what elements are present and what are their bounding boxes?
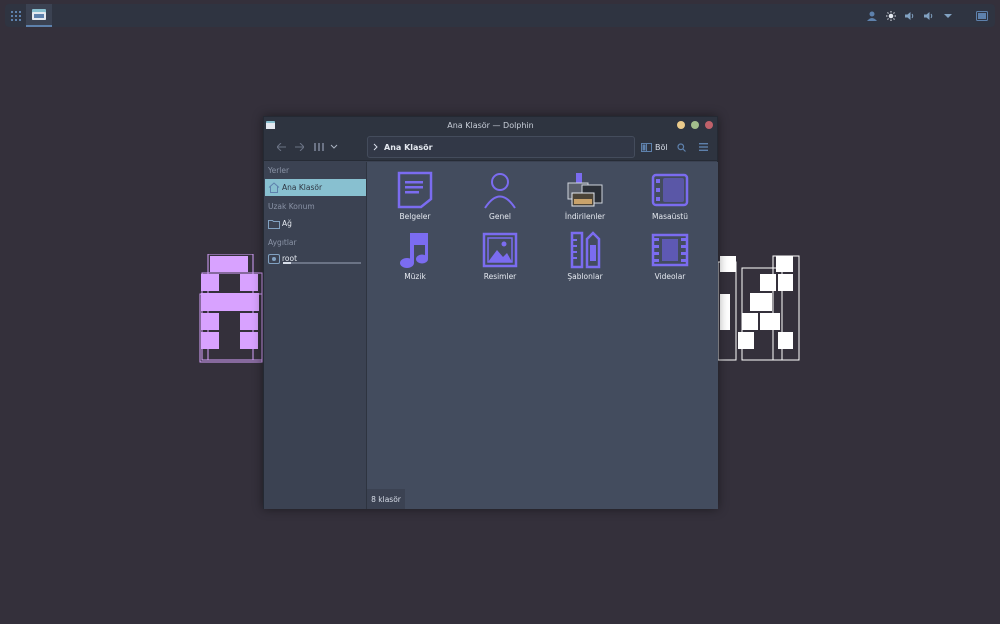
user-button[interactable] — [865, 4, 879, 27]
breadcrumb[interactable]: Ana Klasör — [384, 143, 433, 152]
section-places: Yerler — [268, 166, 290, 175]
chevron-down-icon — [330, 144, 338, 149]
title-bar[interactable]: Ana Klasör — Dolphin — [264, 117, 717, 133]
documents-folder-icon — [397, 171, 433, 209]
folder-item[interactable]: Şablonlar — [543, 230, 627, 281]
top-panel — [5, 4, 995, 27]
arrow-right-icon — [294, 143, 304, 151]
folder-item[interactable]: Resimler — [458, 230, 542, 281]
desktop-folder-icon — [651, 173, 689, 207]
folder-label: Masaüstü — [652, 212, 688, 221]
audio-device-button[interactable] — [922, 4, 936, 27]
search-icon — [676, 142, 686, 152]
section-devices: Aygıtlar — [268, 238, 297, 247]
downloads-folder-icon — [567, 173, 603, 207]
music-folder-icon — [400, 233, 428, 268]
menu-button[interactable] — [696, 138, 710, 156]
sidebar-item-label: Ağ — [282, 219, 292, 228]
folder-label: Belgeler — [399, 212, 431, 221]
sidebar-item-root[interactable]: root — [265, 250, 366, 267]
sidebar-item-network[interactable]: Ağ — [265, 215, 366, 232]
hamburger-menu-icon — [698, 143, 708, 151]
network-folder-icon — [268, 219, 280, 229]
folder-item[interactable]: Müzik — [373, 230, 457, 281]
split-view-icon — [641, 142, 652, 152]
dolphin-window: Ana Klasör — Dolphin Ana Klasör Böl Yerl… — [263, 116, 718, 509]
public-folder-icon — [484, 173, 516, 209]
drive-icon — [268, 253, 280, 264]
folder-label: Videolar — [654, 272, 686, 281]
forward-button[interactable] — [292, 138, 306, 156]
places-panel: Yerler Ana Klasör Uzak Konum Ağ Aygıtlar… — [264, 162, 367, 509]
desktop-logo-right-icon — [717, 255, 800, 361]
home-icon — [268, 182, 280, 193]
sidebar-item-home[interactable]: Ana Klasör — [265, 179, 366, 196]
user-icon — [867, 11, 877, 21]
chevron-down-icon — [944, 13, 952, 18]
show-desktop-icon — [976, 10, 988, 21]
root-capacity-bar — [283, 262, 361, 264]
location-bar[interactable]: Ana Klasör — [367, 136, 635, 158]
folder-item[interactable]: İndirilenler — [543, 170, 627, 221]
search-button[interactable] — [674, 138, 688, 156]
folder-label: Resimler — [483, 272, 517, 281]
toolbar: Ana Klasör Böl — [264, 133, 717, 161]
app-grid-icon — [11, 10, 21, 21]
window-title: Ana Klasör — Dolphin — [447, 120, 534, 130]
desktop-logo-left-icon — [199, 254, 263, 363]
folder-item[interactable]: Masaüstü — [628, 170, 712, 221]
status-text: 8 klasör — [371, 494, 401, 504]
volume-button[interactable] — [903, 4, 917, 27]
brightness-button[interactable] — [884, 4, 898, 27]
folder-item[interactable]: Genel — [458, 170, 542, 221]
brightness-icon — [886, 10, 896, 21]
icons-view-icon — [314, 143, 324, 151]
show-desktop-button[interactable] — [972, 4, 992, 27]
split-button[interactable]: Böl — [641, 138, 668, 156]
speaker-icon — [905, 11, 914, 20]
back-button[interactable] — [274, 138, 288, 156]
section-remote: Uzak Konum — [268, 202, 315, 211]
close-button[interactable] — [705, 121, 713, 129]
maximize-button[interactable] — [691, 121, 699, 129]
chevron-right-icon — [373, 143, 378, 151]
folder-item[interactable]: Belgeler — [373, 170, 457, 221]
app-launcher-button[interactable] — [6, 4, 26, 27]
file-view: Belgeler Genel İndirilenler Masaüstü Müz… — [367, 162, 718, 509]
folder-label: Genel — [489, 212, 511, 221]
split-button-label: Böl — [655, 142, 668, 152]
folder-label: Şablonlar — [567, 272, 603, 281]
dolphin-folder-icon — [266, 121, 275, 129]
folder-label: İndirilenler — [564, 212, 606, 221]
view-mode-button[interactable] — [312, 138, 326, 156]
folder-item[interactable]: Videolar — [628, 230, 712, 281]
view-mode-dropdown[interactable] — [328, 138, 340, 156]
tray-expander-button[interactable] — [941, 4, 955, 27]
dolphin-folder-icon — [32, 9, 46, 20]
pictures-folder-icon — [482, 232, 518, 268]
minimize-button[interactable] — [677, 121, 685, 129]
status-bar: 8 klasör — [367, 489, 405, 509]
videos-folder-icon — [651, 233, 689, 267]
taskbar-dolphin[interactable] — [26, 4, 52, 27]
system-tray — [865, 4, 992, 27]
arrow-left-icon — [276, 143, 286, 151]
speaker-icon — [924, 11, 933, 20]
sidebar-item-label: Ana Klasör — [282, 183, 323, 192]
folder-label: Müzik — [404, 272, 426, 281]
templates-folder-icon — [570, 231, 601, 269]
